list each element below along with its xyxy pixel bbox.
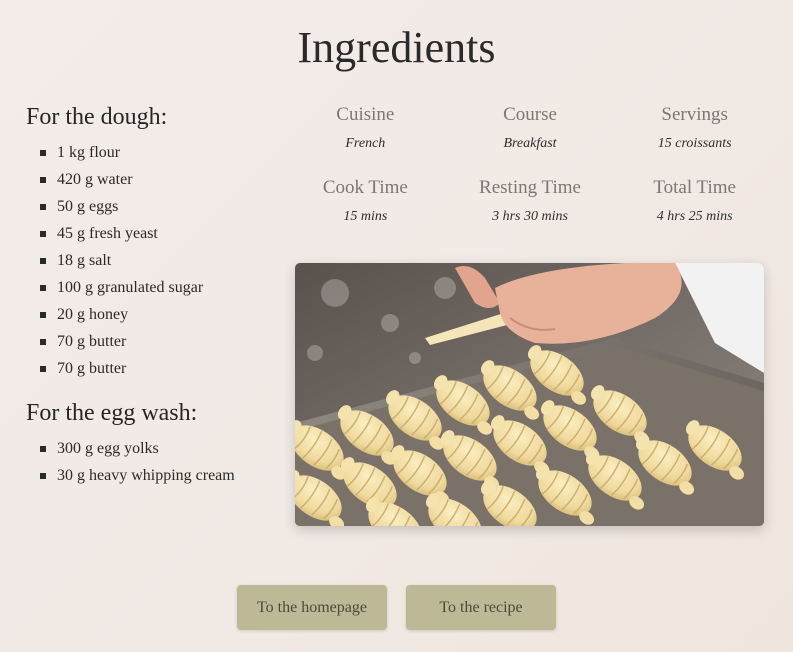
list-item: 45 g fresh yeast bbox=[40, 220, 266, 247]
meta-value: 4 hrs 25 mins bbox=[656, 209, 733, 224]
meta-cook-time: Cook Time 15 mins bbox=[283, 176, 448, 225]
meta-cuisine: Cuisine French bbox=[283, 103, 448, 152]
meta-label: Course bbox=[503, 104, 557, 125]
meta-value: 15 croissants bbox=[657, 136, 732, 151]
list-item: 100 g granulated sugar bbox=[40, 274, 266, 301]
meta-label: Cuisine bbox=[336, 104, 395, 125]
meta-value: 15 mins bbox=[343, 209, 388, 224]
meta-value: 3 hrs 30 mins bbox=[492, 209, 568, 224]
meta-label: Resting Time bbox=[479, 177, 581, 198]
dough-heading: For the dough: bbox=[26, 104, 168, 130]
egg-wash-list: 300 g egg yolks 30 g heavy whipping crea… bbox=[40, 435, 266, 489]
list-item: 20 g honey bbox=[40, 301, 266, 328]
list-item: 50 g eggs bbox=[40, 193, 266, 220]
page-title: Ingredients bbox=[297, 23, 496, 72]
meta-row: Cook Time 15 mins Resting Time 3 hrs 30 … bbox=[283, 176, 777, 225]
meta-resting-time: Resting Time 3 hrs 30 mins bbox=[448, 176, 613, 225]
meta-label: Cook Time bbox=[322, 177, 408, 198]
list-item: 420 g water bbox=[40, 166, 266, 193]
meta-value: Breakfast bbox=[503, 136, 557, 151]
croissant-dough-photo bbox=[295, 263, 764, 526]
list-item: 300 g egg yolks bbox=[40, 435, 266, 462]
list-item: 1 kg flour bbox=[40, 139, 266, 166]
list-item: 70 g butter bbox=[40, 328, 266, 355]
list-item: 18 g salt bbox=[40, 247, 266, 274]
meta-total-time: Total Time 4 hrs 25 mins bbox=[612, 176, 777, 225]
list-item: 70 g butter bbox=[40, 355, 266, 382]
list-item: 30 g heavy whipping cream bbox=[40, 462, 266, 489]
dough-list: 1 kg flour 420 g water 50 g eggs 45 g fr… bbox=[40, 139, 266, 382]
meta-label: Servings bbox=[661, 104, 728, 125]
meta-label: Total Time bbox=[653, 177, 736, 198]
meta-value: French bbox=[345, 136, 386, 151]
meta-row: Cuisine French Course Breakfast Servings… bbox=[283, 103, 777, 152]
meta-servings: Servings 15 croissants bbox=[612, 103, 777, 152]
meta-course: Course Breakfast bbox=[448, 103, 613, 152]
egg-wash-heading: For the egg wash: bbox=[26, 400, 198, 426]
ingredients-panel: For the dough: 1 kg flour 420 g water 50… bbox=[26, 104, 266, 507]
recipe-meta: Cuisine French Course Breakfast Servings… bbox=[283, 103, 777, 249]
homepage-button[interactable]: To the homepage bbox=[237, 585, 387, 630]
recipe-button[interactable]: To the recipe bbox=[406, 585, 556, 630]
